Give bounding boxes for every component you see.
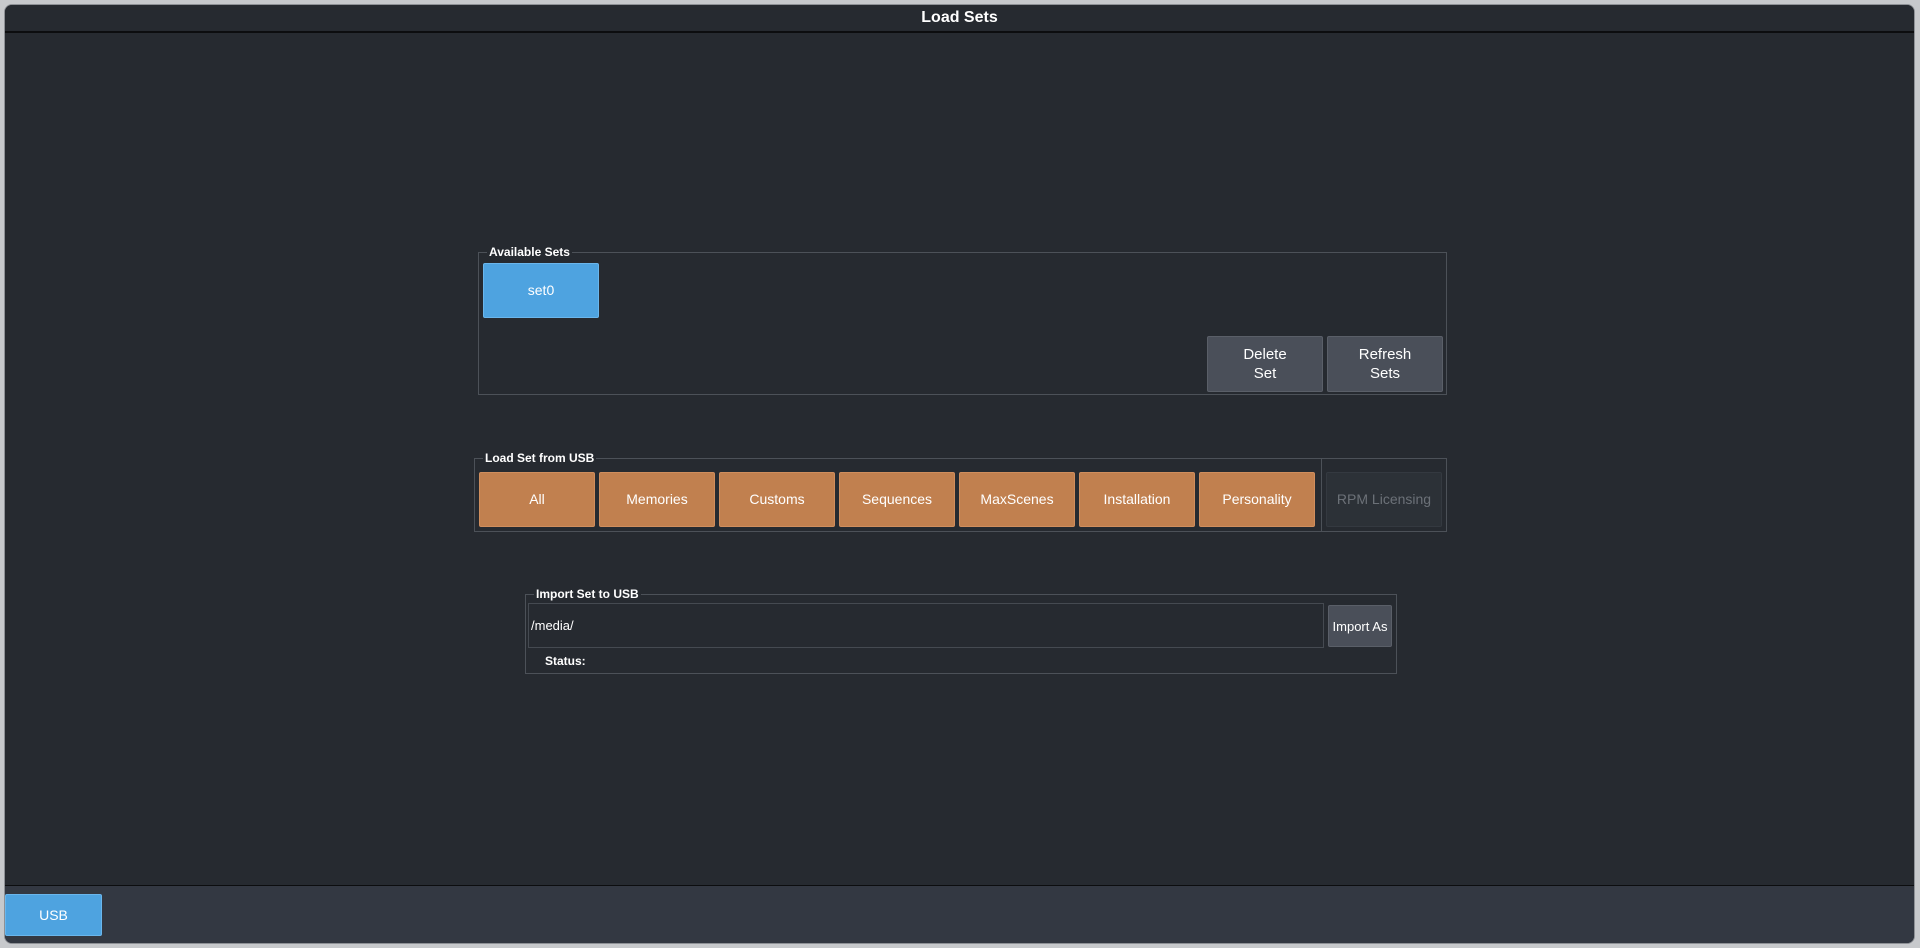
import-as-button[interactable]: Import As (1328, 605, 1392, 647)
load-sets-window: Load Sets Available Sets set0 Delete Set… (4, 4, 1915, 944)
load-installation-button[interactable]: Installation (1079, 472, 1195, 527)
load-all-button[interactable]: All (479, 472, 595, 527)
usb-path-input[interactable] (528, 603, 1324, 648)
load-set-from-usb-label: Load Set from USB (483, 450, 597, 466)
usb-tab-button[interactable]: USB (5, 894, 102, 936)
load-set-from-usb-group: Load Set from USB All Memories Customs S… (474, 450, 1447, 532)
load-maxscenes-button[interactable]: MaxScenes (959, 472, 1075, 527)
available-sets-label: Available Sets (487, 244, 572, 260)
load-personality-button[interactable]: Personality (1199, 472, 1315, 527)
load-memories-button[interactable]: Memories (599, 472, 715, 527)
available-sets-group: Available Sets set0 Delete Set Refresh S… (478, 244, 1447, 395)
rpm-licensing-button[interactable]: RPM Licensing (1326, 472, 1442, 527)
status-label: Status: (545, 654, 586, 668)
group-divider (1321, 459, 1322, 531)
window-title: Load Sets (5, 5, 1914, 33)
import-set-to-usb-group: Import Set to USB Import As Status: (525, 586, 1397, 674)
load-customs-button[interactable]: Customs (719, 472, 835, 527)
load-sequences-button[interactable]: Sequences (839, 472, 955, 527)
delete-set-button[interactable]: Delete Set (1207, 336, 1323, 392)
refresh-sets-button[interactable]: Refresh Sets (1327, 336, 1443, 392)
import-set-to-usb-label: Import Set to USB (534, 586, 641, 602)
set-item-set0[interactable]: set0 (483, 263, 599, 318)
footer-bar: USB (5, 885, 1914, 943)
